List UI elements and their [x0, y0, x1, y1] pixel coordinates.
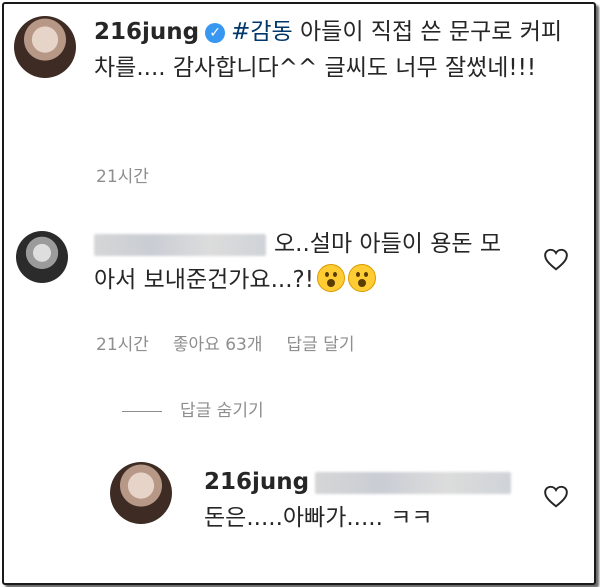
- reply-body: 216jung 돈은.....아빠가..... ㅋㅋ: [204, 464, 544, 536]
- commenter-avatar[interactable]: [16, 231, 68, 283]
- heart-outline-icon[interactable]: [543, 247, 569, 271]
- post-caption: 216jung ✓ #감동 아들이 직접 쓴 문구로 커피차를.... 감사합니다^…: [94, 14, 564, 86]
- astonished-emoji-icon: [316, 264, 345, 292]
- reply-username[interactable]: 216jung: [204, 469, 309, 495]
- hide-replies-toggle[interactable]: 답글 숨기기: [122, 396, 264, 421]
- comment-likes[interactable]: 좋아요 63개: [173, 335, 263, 355]
- reply-author-avatar[interactable]: [110, 462, 172, 524]
- post-meta: 21시간: [96, 162, 173, 187]
- divider-line: [122, 410, 162, 412]
- hide-replies-label: 답글 숨기기: [180, 401, 264, 421]
- comment-body: 오..설마 아들이 용돈 모아서 보내준건가요...?!: [94, 226, 514, 298]
- reply-text: 돈은.....아빠가..... ㅋㅋ: [204, 505, 433, 531]
- comment-time[interactable]: 21시간: [96, 335, 149, 355]
- verified-badge-icon: ✓: [205, 23, 226, 43]
- astonished-emoji-icon: [347, 264, 376, 292]
- hashtag-link[interactable]: #감동: [231, 19, 293, 45]
- comment-meta: 21시간 좋아요 63개 답글 달기: [96, 330, 379, 355]
- reply-button[interactable]: 답글 달기: [287, 335, 355, 355]
- post-username[interactable]: 216jung: [94, 19, 199, 45]
- blurred-commenter-username[interactable]: [94, 233, 266, 256]
- heart-outline-icon[interactable]: [543, 484, 569, 508]
- blurred-mention[interactable]: [315, 471, 512, 494]
- post-author-avatar[interactable]: [14, 16, 76, 78]
- post-time[interactable]: 21시간: [96, 167, 149, 187]
- comment-thread-screenshot: 216jung ✓ #감동 아들이 직접 쓴 문구로 커피차를.... 감사합니다^…: [2, 2, 596, 585]
